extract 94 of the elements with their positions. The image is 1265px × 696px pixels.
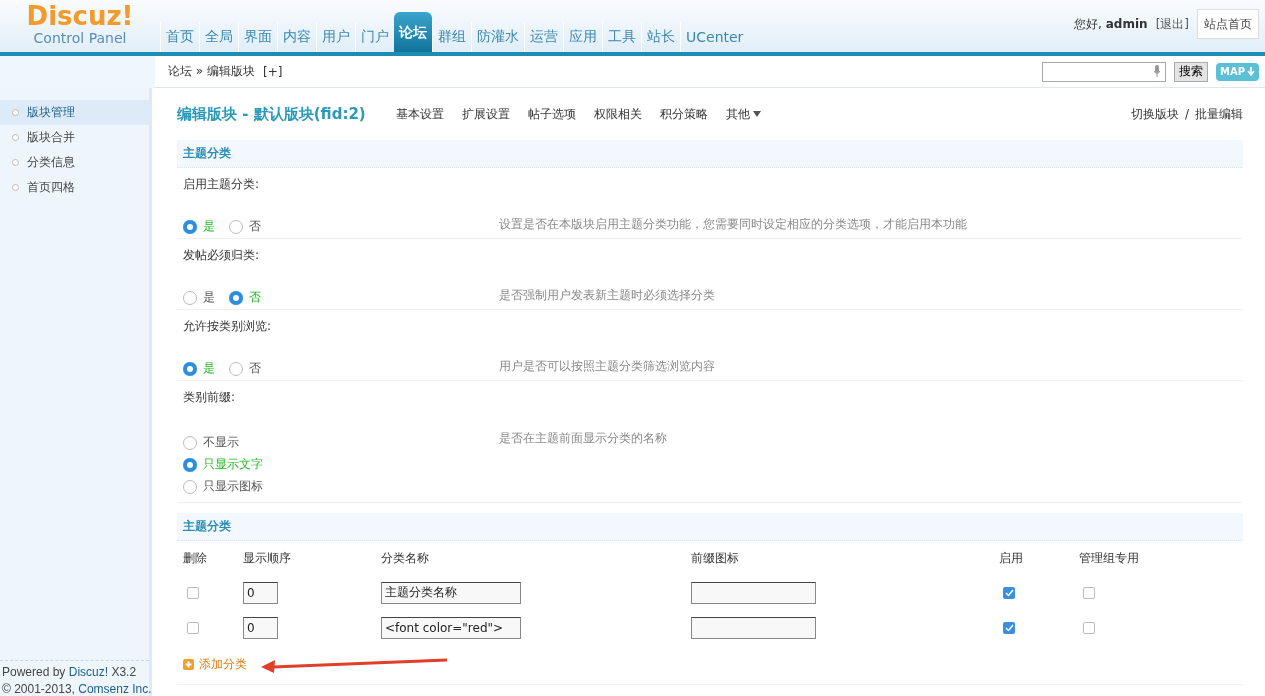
delete-checkbox[interactable]: [187, 621, 199, 634]
nav-tab[interactable]: 工具: [602, 22, 641, 52]
option-label: 否: [249, 289, 261, 307]
setting-hint: 设置是否在本版块启用主题分类功能，您需要同时设定相应的分类选项，才能启用本功能: [499, 215, 968, 233]
delete-checkbox[interactable]: [187, 586, 199, 599]
switch-forum-link[interactable]: 切换版块: [1130, 105, 1179, 123]
setting-hint: 是否强制用户发表新主题时必须选择分类: [499, 286, 716, 304]
nav-tab[interactable]: 运营: [524, 22, 563, 52]
option-label: 是: [203, 289, 215, 307]
nav-tab[interactable]: 应用: [563, 22, 602, 52]
option-label: 是: [203, 218, 215, 236]
column-header: 删除: [183, 549, 208, 567]
nav-tab[interactable]: 防灌水: [471, 22, 524, 52]
site-home-button[interactable]: 站点首页: [1197, 9, 1259, 39]
add-link[interactable]: [+]: [263, 64, 283, 79]
nav-tab[interactable]: 群组: [432, 22, 471, 52]
bullet-icon: [12, 184, 19, 191]
logo-subtitle: Control Panel: [33, 30, 127, 46]
nav-tab[interactable]: 论坛: [394, 12, 432, 52]
bullet-icon: [12, 159, 19, 166]
nav-tab[interactable]: 用户: [316, 22, 355, 52]
settings-tab[interactable]: 基本设置: [395, 105, 444, 123]
setting-label: 类别前缀:: [183, 389, 237, 406]
setting-hint: 用户是否可以按照主题分类筛选浏览内容: [499, 357, 716, 375]
radio-button[interactable]: [183, 361, 197, 376]
column-header: 显示顺序: [243, 549, 292, 567]
name-field[interactable]: <font color="red">: [381, 616, 521, 639]
column-header: 前缀图标: [691, 549, 740, 567]
plus-icon: [183, 659, 194, 670]
option-label: 是: [203, 360, 215, 378]
copyright-text: Powered by Discuz! X3.2: [2, 665, 138, 679]
sidebar-item[interactable]: 版块合并: [0, 125, 149, 150]
setting-label: 允许按类别浏览:: [183, 318, 273, 335]
down-arrow-icon: [1247, 67, 1255, 76]
microphone-icon: [1152, 65, 1161, 78]
radio-button[interactable]: [183, 479, 197, 494]
option-label: 只显示文字: [203, 456, 263, 473]
footer-link[interactable]: Comsenz Inc.: [78, 682, 152, 696]
greeting-text: 您好, admin: [1074, 15, 1148, 33]
more-tab[interactable]: 其他: [725, 105, 761, 123]
radio-button[interactable]: [229, 219, 243, 234]
nav-tab[interactable]: 站长: [641, 22, 680, 52]
sidebar-item[interactable]: 首页四格: [0, 175, 149, 200]
radio-button[interactable]: [183, 457, 197, 472]
sidebar-item[interactable]: 版块管理: [0, 100, 149, 125]
sidebar-item[interactable]: 分类信息: [0, 150, 149, 175]
logout-link[interactable]: [退出]: [1155, 15, 1189, 33]
footer-link[interactable]: Discuz!: [68, 665, 109, 679]
search-field[interactable]: [1041, 61, 1166, 82]
order-field[interactable]: 0: [243, 616, 278, 639]
admin-only-checkbox[interactable]: [1083, 621, 1095, 634]
settings-tab[interactable]: 积分策略: [659, 105, 708, 123]
setting-label: 启用主题分类:: [183, 176, 261, 193]
icon-field[interactable]: [691, 616, 816, 639]
caret-icon: [752, 111, 761, 117]
radio-button[interactable]: [183, 290, 197, 305]
radio-button[interactable]: [229, 290, 243, 305]
settings-tab[interactable]: 权限相关: [593, 105, 642, 123]
name-field[interactable]: 主题分类名称: [381, 581, 521, 604]
nav-tab[interactable]: 内容: [277, 22, 316, 52]
section-title: 主题分类: [183, 518, 231, 535]
order-field[interactable]: 0: [243, 581, 278, 604]
enable-checkbox[interactable]: [1003, 621, 1015, 634]
setting-label: 发帖必须归类:: [183, 247, 261, 264]
option-label: 否: [249, 218, 261, 236]
radio-button[interactable]: [183, 219, 197, 234]
logo-text: Discuz!: [26, 2, 134, 30]
column-header: 管理组专用: [1079, 549, 1140, 567]
breadcrumb: 论坛 » 编辑版块: [168, 63, 255, 80]
nav-tab[interactable]: 界面: [238, 22, 277, 52]
enable-checkbox[interactable]: [1003, 586, 1015, 599]
batch-edit-link[interactable]: 批量编辑: [1195, 105, 1243, 123]
setting-hint: 是否在主题前面显示分类的名称: [499, 430, 668, 447]
nav-tab[interactable]: 全局: [199, 22, 238, 52]
nav-tab[interactable]: 首页: [160, 22, 199, 52]
search-button[interactable]: 搜索: [1173, 61, 1208, 82]
icon-field[interactable]: [691, 581, 816, 604]
bullet-icon: [12, 109, 19, 116]
settings-tab[interactable]: 扩展设置: [461, 105, 510, 123]
settings-tab[interactable]: 帖子选项: [527, 105, 576, 123]
option-label: 不显示: [203, 434, 239, 451]
admin-only-checkbox[interactable]: [1083, 586, 1095, 599]
nav-tab[interactable]: UCenter: [680, 22, 749, 52]
column-header: 启用: [999, 549, 1024, 567]
separator: /: [1184, 107, 1189, 121]
section-title: 主题分类: [183, 145, 231, 162]
option-label: 否: [249, 360, 261, 378]
copyright-text: © 2001-2013, Comsenz Inc.: [2, 682, 149, 696]
bullet-icon: [12, 134, 19, 141]
column-header: 分类名称: [381, 549, 430, 567]
radio-button[interactable]: [183, 435, 197, 450]
page-title: 编辑版块 - 默认版块(fid:2): [177, 104, 366, 124]
radio-button[interactable]: [229, 361, 243, 376]
option-label: 只显示图标: [203, 478, 263, 495]
